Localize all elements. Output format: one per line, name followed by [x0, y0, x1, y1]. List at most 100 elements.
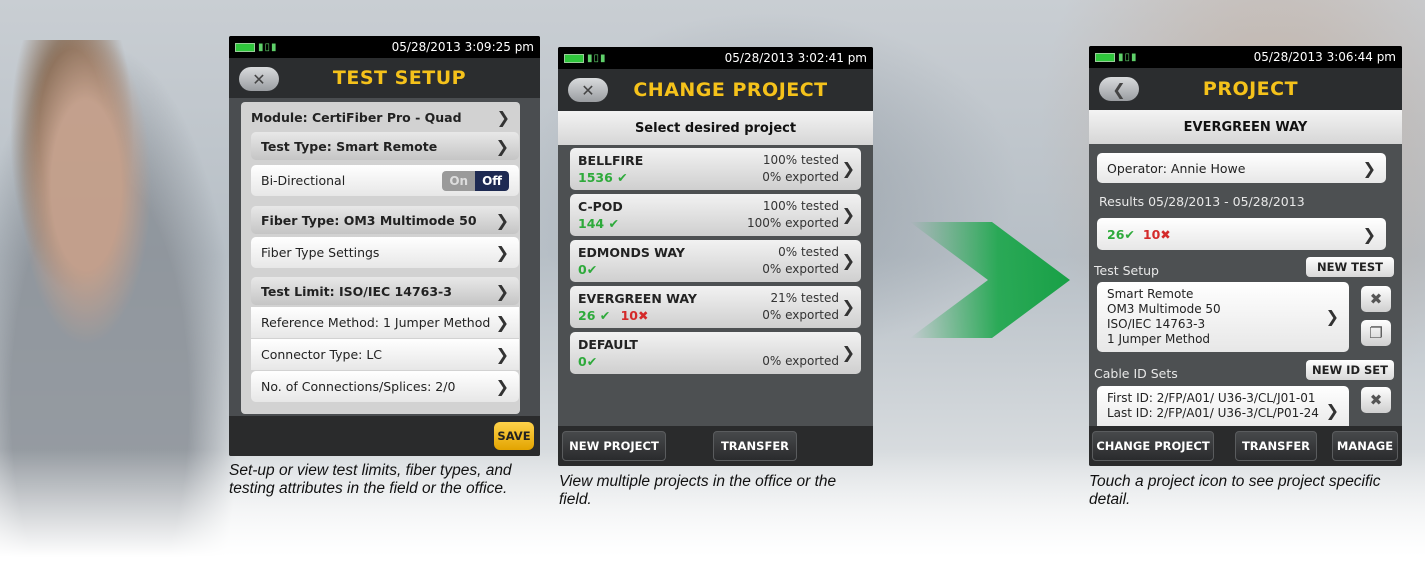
project-name: DEFAULT — [578, 337, 638, 352]
bottom-bar: SAVE — [229, 416, 540, 456]
chevron-right-icon: ❯ — [495, 281, 509, 301]
new-project-button[interactable]: NEW PROJECT — [562, 431, 666, 461]
row-label: No. of Connections/Splices: 2/0 — [261, 379, 456, 394]
close-button[interactable]: ✕ — [239, 67, 279, 91]
status-bar: ▮▯▮ 05/28/2013 3:09:25 pm — [229, 36, 540, 58]
status-time: 05/28/2013 3:09:25 pm — [391, 40, 534, 54]
checkmark-icon: ✔ — [586, 262, 598, 277]
status-time: 05/28/2013 3:06:44 pm — [1253, 50, 1396, 64]
results-counts: 26✔ 10✖ — [1107, 227, 1171, 242]
chevron-right-icon: ❯ — [841, 343, 855, 362]
new-id-set-button[interactable]: NEW ID SET — [1306, 360, 1394, 380]
caption-change-project: View multiple projects in the office or … — [559, 473, 837, 508]
project-item-edmonds-way[interactable]: EDMONDS WAY 0% tested 0✔ 0% exported ❯ — [570, 240, 861, 282]
status-bar: ▮▯▮ 05/28/2013 3:02:41 pm — [558, 47, 873, 69]
test-limit-row[interactable]: Test Limit: ISO/IEC 14763-3 ❯ — [251, 277, 519, 305]
battery-icon: ▮▯▮ — [564, 53, 607, 64]
background-fade — [0, 449, 1425, 569]
connections-splices-row[interactable]: No. of Connections/Splices: 2/0 ❯ — [251, 371, 519, 402]
connector-type-row[interactable]: Connector Type: LC ❯ — [251, 339, 519, 370]
delete-icon[interactable]: ✖ — [1361, 387, 1391, 413]
project-name-header: EVERGREEN WAY — [1089, 110, 1402, 144]
project-exported: 0% exported — [762, 354, 839, 368]
toggle-off[interactable]: Off — [475, 170, 509, 191]
fail-count: 10 — [1142, 226, 1161, 242]
transfer-button[interactable]: TRANSFER — [1235, 431, 1317, 461]
cross-icon: ✖ — [638, 308, 649, 323]
back-button[interactable]: ❮ — [1099, 77, 1139, 101]
fiber-type-row[interactable]: Fiber Type: OM3 Multimode 50 ❯ — [251, 206, 519, 234]
project-exported: 0% exported — [762, 170, 839, 184]
row-label: Fiber Type: OM3 Multimode 50 — [261, 212, 477, 228]
save-button[interactable]: SAVE — [494, 422, 534, 450]
project-item-c-pod[interactable]: C-POD 100% tested 144 ✔ 100% exported ❯ — [570, 194, 861, 236]
project-item-default[interactable]: DEFAULT 0✔ 0% exported ❯ — [570, 332, 861, 374]
bottom-bar: NEW PROJECT TRANSFER — [558, 426, 873, 466]
chevron-right-icon: ❯ — [1325, 401, 1339, 420]
chevron-right-icon: ❯ — [495, 210, 509, 230]
test-setup-lines: Smart Remote OM3 Multimode 50 ISO/IEC 14… — [1107, 287, 1221, 347]
cross-icon: ✖ — [1160, 226, 1171, 242]
manage-button[interactable]: MANAGE — [1332, 431, 1398, 461]
status-time: 05/28/2013 3:02:41 pm — [724, 51, 867, 65]
chevron-right-icon: ❯ — [841, 159, 855, 178]
project-tested: 0% tested — [778, 245, 839, 259]
caption-project: Touch a project icon to see project spec… — [1089, 473, 1381, 508]
module-row[interactable]: Module: CertiFiber Pro - Quad ❯ — [241, 102, 520, 133]
pass-count: 0 — [578, 262, 587, 277]
close-button[interactable]: ✕ — [568, 78, 608, 102]
pass-count: 1536 — [578, 170, 613, 185]
chevron-right-icon: ❯ — [841, 297, 855, 316]
pass-count: 144 — [578, 216, 605, 231]
project-pass-count: 0✔ — [578, 262, 597, 277]
title-bar: ✕ TEST SETUP — [229, 58, 540, 98]
toggle-on[interactable]: On — [442, 170, 476, 191]
project-name: EVERGREEN WAY — [578, 291, 697, 306]
operator-row[interactable]: Operator: Annie Howe ❯ — [1097, 153, 1386, 183]
chevron-right-icon: ❯ — [841, 205, 855, 224]
chevron-right-icon: ❯ — [495, 313, 509, 332]
last-id: Last ID: 2/FP/A01/ U36-3/CL/P01-24 — [1107, 406, 1319, 420]
project-tested: 100% tested — [762, 153, 839, 167]
chevron-arrow-icon — [910, 222, 1070, 338]
battery-icon: ▮▯▮ — [1095, 52, 1138, 63]
settings-panel: Module: CertiFiber Pro - Quad ❯ Test Type… — [241, 102, 520, 414]
chevron-right-icon: ❯ — [495, 377, 509, 396]
row-label: Test Type: Smart Remote — [261, 138, 438, 154]
copy-icon[interactable]: ❐ — [1361, 320, 1391, 346]
reference-method-row[interactable]: Reference Method: 1 Jumper Method ❯ — [251, 307, 519, 338]
chevron-right-icon: ❯ — [1362, 158, 1376, 178]
change-project-screen: ▮▯▮ 05/28/2013 3:02:41 pm ✕ CHANGE PROJE… — [558, 47, 873, 466]
project-item-evergreen-way[interactable]: EVERGREEN WAY 21% tested 26 ✔ 10✖ 0% exp… — [570, 286, 861, 328]
test-setup-line: 1 Jumper Method — [1107, 332, 1211, 346]
transfer-button[interactable]: TRANSFER — [713, 431, 797, 461]
project-pass-count: 0✔ — [578, 354, 597, 369]
row-label: Fiber Type Settings — [261, 245, 380, 260]
bi-directional-toggle[interactable]: On Off — [442, 170, 509, 191]
delete-icon[interactable]: ✖ — [1361, 286, 1391, 312]
caption-test-setup: Set-up or view test limits, fiber types,… — [229, 462, 512, 497]
test-setup-line: ISO/IEC 14763-3 — [1107, 317, 1206, 331]
new-test-button[interactable]: NEW TEST — [1306, 257, 1394, 277]
project-item-bellfire[interactable]: BELLFIRE 100% tested 1536 ✔ 0% exported … — [570, 148, 861, 190]
project-tested: 100% tested — [762, 199, 839, 213]
chevron-right-icon: ❯ — [495, 345, 509, 364]
project-pass-count: 26 ✔ 10✖ — [578, 308, 649, 323]
bi-directional-row: Bi-Directional On Off — [251, 165, 519, 196]
project-exported: 0% exported — [762, 262, 839, 276]
test-type-row[interactable]: Test Type: Smart Remote ❯ — [251, 132, 519, 160]
row-label: Test Limit: ISO/IEC 14763-3 — [261, 283, 452, 299]
chevron-right-icon: ❯ — [1325, 307, 1339, 326]
project-exported: 100% exported — [747, 216, 839, 230]
project-fail-count: 10✖ — [621, 308, 649, 323]
bottom-bar: CHANGE PROJECT TRANSFER MANAGE — [1089, 426, 1402, 466]
fiber-type-settings-row[interactable]: Fiber Type Settings ❯ — [251, 237, 519, 268]
results-date-range: Results 05/28/2013 - 05/28/2013 — [1099, 194, 1305, 209]
results-row[interactable]: 26✔ 10✖ ❯ — [1097, 218, 1386, 250]
chevron-right-icon: ❯ — [841, 251, 855, 270]
status-bar: ▮▯▮ 05/28/2013 3:06:44 pm — [1089, 46, 1402, 68]
chevron-right-icon: ❯ — [495, 136, 509, 156]
test-setup-card[interactable]: Smart Remote OM3 Multimode 50 ISO/IEC 14… — [1097, 282, 1349, 352]
title-bar: ✕ CHANGE PROJECT — [558, 69, 873, 111]
change-project-button[interactable]: CHANGE PROJECT — [1092, 431, 1214, 461]
